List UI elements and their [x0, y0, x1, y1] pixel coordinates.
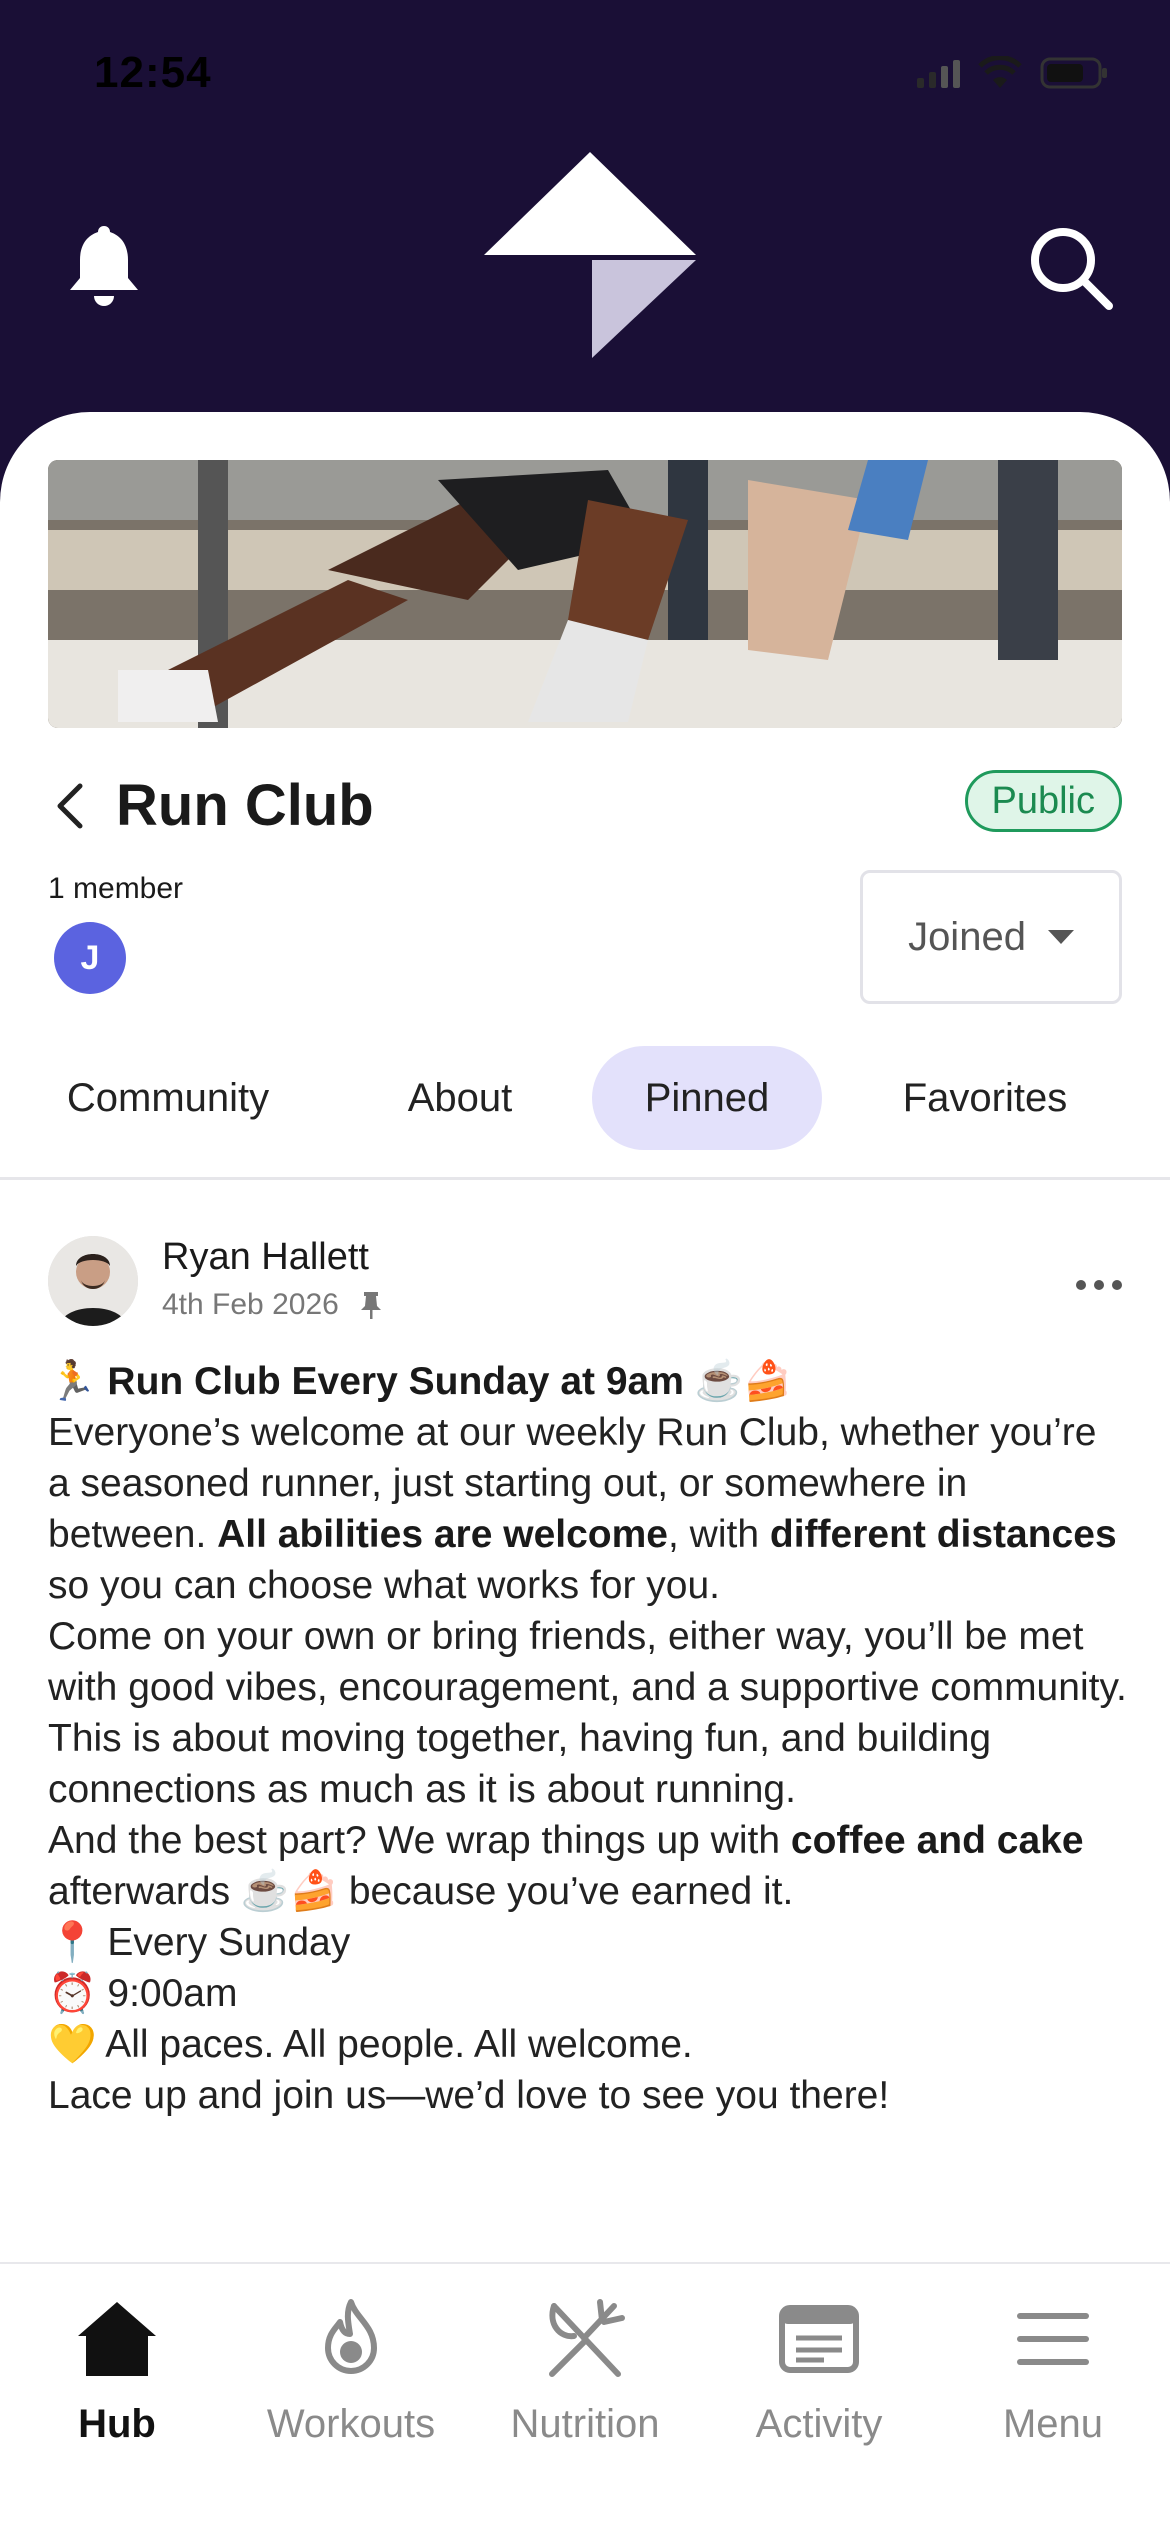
post-text: , with: [668, 1513, 770, 1556]
status-time: 12:54: [94, 48, 212, 97]
post-bold-text: All abilities are welcome: [217, 1513, 668, 1556]
nav-label: Activity: [755, 2402, 883, 2446]
member-count: 1 member: [48, 872, 184, 905]
author-avatar[interactable]: [48, 1236, 138, 1326]
tab-community[interactable]: Community: [28, 1046, 308, 1150]
pin-icon: [360, 1292, 381, 1319]
post-text: afterwards ☕🍰 because you’ve earned it.: [48, 1870, 794, 1913]
joined-dropdown-button[interactable]: Joined: [860, 870, 1122, 1004]
nav-hub[interactable]: Hub: [0, 2294, 234, 2447]
back-chevron-icon[interactable]: [50, 778, 90, 834]
nav-menu[interactable]: Menu: [936, 2294, 1170, 2447]
tab-pinned[interactable]: Pinned: [592, 1046, 822, 1150]
group-tabs: Community About Pinned Favorites: [0, 1046, 1170, 1180]
post-bold-text: coffee and cake: [790, 1819, 1084, 1862]
post-bold-text: different distances: [769, 1513, 1117, 1556]
nav-nutrition[interactable]: Nutrition: [468, 2294, 702, 2447]
status-icons: [917, 56, 1110, 90]
post-paragraph: And the best part? We wrap things up wit…: [48, 1815, 1128, 1917]
cover-photo: [48, 460, 1122, 728]
search-icon[interactable]: [1025, 222, 1115, 312]
post-text: so you can choose what works for you.: [48, 1564, 721, 1607]
post-line-all: 💛 All paces. All people. All welcome.: [48, 2023, 693, 2066]
public-badge: Public: [964, 770, 1122, 832]
post-heading-line: 🏃 Run Club Every Sunday at 9am ☕🍰: [48, 1356, 1128, 1407]
bell-icon[interactable]: [64, 220, 144, 310]
nav-label: Workouts: [266, 2402, 436, 2446]
post-paragraph: Everyone’s welcome at our weekly Run Clu…: [48, 1407, 1128, 1611]
group-card: Run Club Public 1 member J Joined Commun…: [0, 412, 1170, 2532]
tab-about[interactable]: About: [360, 1046, 560, 1150]
group-title: Run Club: [116, 773, 374, 838]
member-avatar[interactable]: J: [54, 922, 126, 994]
nav-label: Nutrition: [510, 2402, 660, 2446]
post-meta: 4th Feb 2026: [162, 1288, 383, 1322]
post-author[interactable]: Ryan Hallett: [162, 1236, 369, 1279]
post-heading: Run Club Every Sunday at 9am: [107, 1360, 684, 1403]
post-text: And the best part? We wrap things up wit…: [48, 1819, 791, 1862]
caret-down-icon: [1047, 930, 1074, 944]
cellular-signal-icon: [917, 58, 960, 88]
joined-label: Joined: [908, 914, 1026, 959]
runner-emoji: 🏃: [48, 1360, 97, 1403]
hamburger-icon: [1017, 2313, 1089, 2365]
coffee-cake-emoji: ☕🍰: [694, 1360, 792, 1403]
post-closing: Lace up and join us—we’d love to see you…: [48, 2074, 890, 2117]
nav-label: Menu: [1002, 2402, 1104, 2446]
app-logo[interactable]: [480, 150, 700, 365]
wifi-icon: [978, 56, 1022, 88]
group-header: Run Club: [50, 772, 374, 839]
post-paragraph: Come on your own or bring friends, eithe…: [48, 1615, 1127, 1811]
bottom-nav: Hub Workouts Nutrition Activity Menu: [0, 2262, 1170, 2532]
nav-activity[interactable]: Activity: [702, 2294, 936, 2447]
status-bar: 12:54: [0, 0, 1170, 150]
nav-workouts[interactable]: Workouts: [234, 2294, 468, 2447]
battery-icon: [1040, 57, 1107, 89]
post-body: 🏃 Run Club Every Sunday at 9am ☕🍰 Everyo…: [48, 1356, 1128, 2121]
more-options-icon[interactable]: [1076, 1280, 1122, 1290]
tab-favorites[interactable]: Favorites: [870, 1046, 1100, 1150]
nav-label: Hub: [78, 2402, 156, 2446]
post-date: 4th Feb 2026: [162, 1288, 339, 1321]
post-line-time: ⏰ 9:00am: [48, 1972, 238, 2015]
flame-icon: [325, 2299, 377, 2374]
newspaper-icon: [779, 2305, 859, 2373]
fork-knife-icon: [549, 2299, 625, 2377]
home-icon: [78, 2302, 156, 2376]
post-line-day: 📍 Every Sunday: [48, 1921, 351, 1964]
